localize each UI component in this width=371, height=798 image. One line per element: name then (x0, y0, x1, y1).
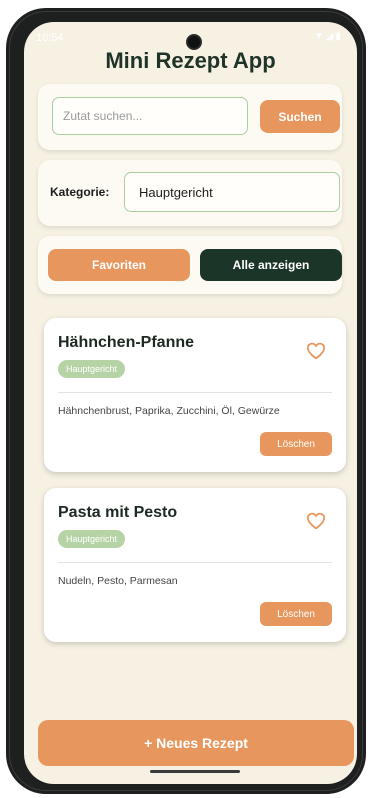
divider (58, 562, 332, 563)
recipe-card: Hähnchen-Pfanne Hauptgericht Hähnchenbru… (44, 318, 346, 472)
show-all-button[interactable]: Alle anzeigen (200, 249, 342, 281)
category-tag: Hauptgericht (58, 360, 126, 378)
heart-outline-icon[interactable] (306, 342, 326, 360)
category-label: Kategorie: (50, 185, 110, 199)
favorites-button[interactable]: Favoriten (48, 249, 190, 281)
new-recipe-button[interactable]: + Neues Rezept (38, 720, 354, 766)
search-button[interactable]: Suchen (260, 100, 340, 133)
recipe-card: Pasta mit Pesto Hauptgericht Nudeln, Pes… (44, 488, 346, 642)
divider (58, 392, 332, 393)
search-input[interactable] (52, 97, 248, 135)
filter-card: Favoriten Alle anzeigen (38, 236, 342, 294)
category-tag: Hauptgericht (58, 530, 126, 548)
heart-outline-icon[interactable] (306, 512, 326, 530)
search-card: Suchen (38, 84, 342, 150)
status-icons: ▼◢▮ (313, 31, 343, 42)
delete-button[interactable]: Löschen (260, 602, 332, 626)
category-card: Kategorie: Hauptgericht (38, 160, 342, 226)
category-selected-value: Hauptgericht (139, 184, 213, 200)
camera-icon (186, 34, 202, 50)
app-title: Mini Rezept App (105, 48, 276, 73)
recipe-title: Hähnchen-Pfanne (58, 334, 195, 351)
ingredients-text: Hähnchenbrust, Paprika, Zucchini, Öl, Ge… (58, 405, 280, 417)
app-screen: 10:54 ▼◢▮ Mini Rezept App Suchen Kategor… (24, 22, 357, 784)
home-indicator[interactable] (150, 770, 240, 773)
delete-button[interactable]: Löschen (260, 432, 332, 456)
status-time: 10:54 (36, 32, 64, 44)
ingredients-text: Nudeln, Pesto, Parmesan (58, 575, 178, 587)
category-select[interactable]: Hauptgericht (124, 172, 340, 212)
recipe-title: Pasta mit Pesto (58, 504, 178, 521)
